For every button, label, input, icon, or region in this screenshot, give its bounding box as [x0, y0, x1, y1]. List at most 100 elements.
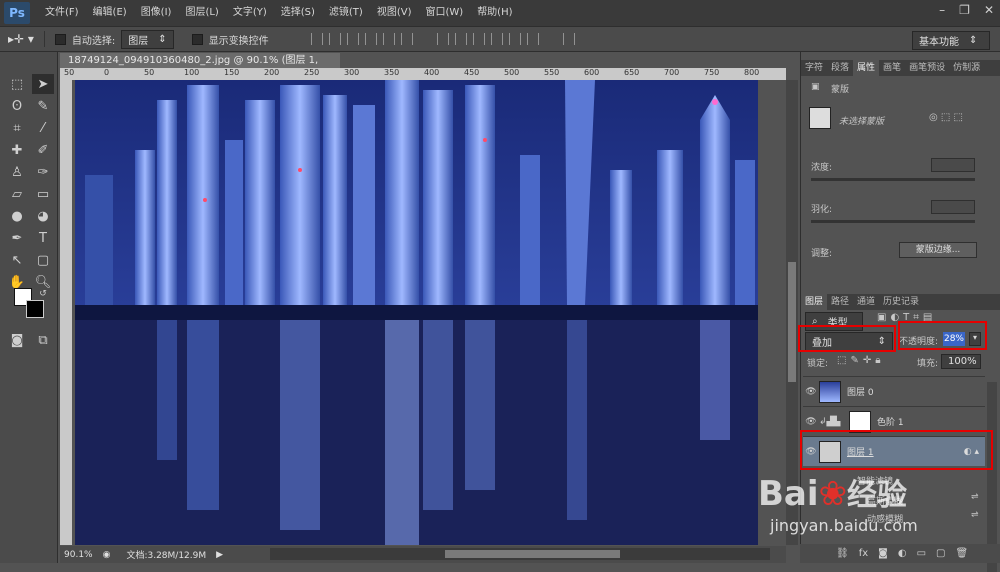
document-tab[interactable]: 18749124_094910360480_2.jpg @ 90.1% (图层 …	[60, 53, 340, 81]
align-left-icon[interactable]	[364, 33, 377, 45]
quick-mask-icon[interactable]: ◙	[6, 330, 28, 350]
menu-file[interactable]: 文件(F)	[38, 0, 86, 26]
tab-channels[interactable]: 通道	[853, 294, 879, 310]
tab-clone-source[interactable]: 仿制源	[949, 60, 984, 76]
ruler-tick-label: 450	[464, 68, 480, 77]
menu-layer[interactable]: 图层(L)	[178, 0, 225, 26]
clone-stamp-icon[interactable]: ♙	[6, 162, 28, 182]
eraser-tool-icon[interactable]: ▱	[6, 184, 28, 204]
status-menu-arrow-icon[interactable]: ▶	[216, 550, 223, 560]
filter-options-icon[interactable]: ⇌	[971, 510, 979, 520]
visibility-eye-icon[interactable]: 👁︎	[803, 417, 819, 427]
feather-label: 羽化:	[811, 205, 833, 215]
ruler-tick-label: 200	[264, 68, 280, 77]
tab-properties[interactable]: 属性	[853, 60, 880, 76]
healing-brush-icon[interactable]: ✚	[6, 140, 28, 160]
align-vcenter-icon[interactable]	[328, 33, 341, 45]
document-canvas[interactable]	[75, 80, 758, 545]
ruler-tick-label: 550	[544, 68, 560, 77]
menu-type[interactable]: 文字(Y)	[226, 0, 274, 26]
layers-bottom-toolbar: ⛓ fx ◙ ◐ ▭ ▢ 🗑︎	[800, 544, 1000, 563]
minimize-button[interactable]: –	[939, 3, 945, 17]
tab-paths[interactable]: 路径	[827, 294, 853, 310]
move-tool-icon[interactable]: ➤	[32, 74, 54, 94]
doc-info-icon[interactable]: ◉	[103, 550, 111, 560]
history-brush-icon[interactable]: ✑	[32, 162, 54, 182]
zoom-level[interactable]: 90.1%	[64, 550, 93, 560]
visibility-eye-icon[interactable]: 👁︎	[803, 387, 819, 397]
path-select-icon[interactable]: ↖	[6, 250, 28, 270]
tab-history[interactable]: 历史记录	[879, 294, 923, 310]
feather-field[interactable]	[931, 200, 975, 214]
menu-image[interactable]: 图像(I)	[134, 0, 179, 26]
close-button[interactable]: ✕	[984, 3, 994, 17]
new-group-icon[interactable]: ▭	[917, 548, 926, 559]
swap-colors-icon[interactable]: ↺	[32, 284, 54, 304]
distribute-top-icon[interactable]	[436, 33, 449, 45]
gradient-tool-icon[interactable]: ▭	[32, 184, 54, 204]
pen-tool-icon[interactable]: ✒	[6, 228, 28, 248]
auto-align-icon[interactable]	[562, 33, 575, 45]
layer-name[interactable]: 色阶 1	[877, 415, 904, 428]
horizontal-scroll-thumb[interactable]	[445, 550, 620, 558]
quick-select-tool-icon[interactable]: ✎	[32, 96, 54, 116]
mask-action-icons[interactable]: ◎ ⬚ ⬚	[929, 112, 963, 123]
tab-brush-presets[interactable]: 画笔预设	[905, 60, 949, 76]
vertical-scroll-thumb[interactable]	[788, 262, 796, 382]
density-field[interactable]	[931, 158, 975, 172]
eyedropper-tool-icon[interactable]: ⁄	[32, 118, 54, 138]
move-tool-icon[interactable]: ▸✛ ▾	[8, 32, 34, 46]
density-slider[interactable]	[811, 178, 975, 181]
type-tool-icon[interactable]: T	[32, 228, 54, 248]
distribute-vcenter-icon[interactable]	[454, 33, 467, 45]
tab-brush[interactable]: 画笔	[879, 60, 905, 76]
adjustment-layer-icon[interactable]: ◐	[898, 548, 907, 559]
tab-layers[interactable]: 图层	[801, 294, 828, 310]
distribute-left-icon[interactable]	[490, 33, 503, 45]
menu-filter[interactable]: 滤镜(T)	[322, 0, 370, 26]
menu-edit[interactable]: 编辑(E)	[86, 0, 134, 26]
feather-slider[interactable]	[811, 220, 975, 223]
ruler-tick-label: 750	[704, 68, 720, 77]
mask-edge-button[interactable]: 蒙版边缘...	[899, 242, 977, 258]
crop-tool-icon[interactable]: ⌗	[6, 118, 28, 138]
distribute-bottom-icon[interactable]	[472, 33, 485, 45]
menu-select[interactable]: 选择(S)	[274, 0, 322, 26]
lasso-tool-icon[interactable]: ʘ	[6, 96, 28, 116]
show-transform-checkbox[interactable]	[191, 33, 203, 45]
auto-select-dropdown[interactable]: 图层 ⇕	[121, 29, 174, 49]
align-top-icon[interactable]	[310, 33, 323, 45]
tab-character[interactable]: 字符	[801, 60, 827, 76]
link-layers-icon[interactable]: ⛓	[836, 548, 849, 559]
filter-options-icon[interactable]: ⇌	[971, 492, 979, 502]
tab-paragraph[interactable]: 段落	[827, 60, 853, 76]
fx-icon[interactable]: fx	[859, 548, 868, 559]
add-mask-icon[interactable]: ◙	[878, 548, 888, 559]
marquee-tool-icon[interactable]: ⬚	[6, 74, 28, 94]
new-layer-icon[interactable]: ▢	[936, 548, 945, 559]
brush-tool-icon[interactable]: ✐	[32, 140, 54, 160]
distribute-hcenter-icon[interactable]	[508, 33, 521, 45]
show-transform-label: 显示变换控件	[208, 35, 269, 47]
layer-row[interactable]: 👁︎ 图层 0	[803, 376, 985, 406]
lock-icons[interactable]: ⬚✎✛🔒︎	[837, 355, 885, 366]
align-right-icon[interactable]	[400, 33, 413, 45]
workspace-dropdown[interactable]: 基本功能 ⇕	[912, 31, 990, 50]
dodge-tool-icon[interactable]: ◕	[32, 206, 54, 226]
delete-layer-icon[interactable]: 🗑︎	[956, 548, 969, 559]
align-bottom-icon[interactable]	[346, 33, 359, 45]
layer-name[interactable]: 图层 0	[847, 385, 874, 398]
distribute-right-icon[interactable]	[526, 33, 539, 45]
align-hcenter-icon[interactable]	[382, 33, 395, 45]
menu-view[interactable]: 视图(V)	[370, 0, 419, 26]
shape-tool-icon[interactable]: ▢	[32, 250, 54, 270]
menu-window[interactable]: 窗口(W)	[418, 0, 470, 26]
density-label: 浓度:	[811, 163, 833, 173]
auto-select-checkbox[interactable]	[54, 33, 66, 45]
menu-help[interactable]: 帮助(H)	[470, 0, 519, 26]
blur-tool-icon[interactable]: ●	[6, 206, 28, 226]
fill-input[interactable]: 100%	[941, 354, 981, 369]
vertical-ruler	[60, 80, 72, 545]
screen-mode-icon[interactable]: ⧉	[32, 330, 54, 350]
restore-button[interactable]: ❐	[959, 3, 970, 17]
